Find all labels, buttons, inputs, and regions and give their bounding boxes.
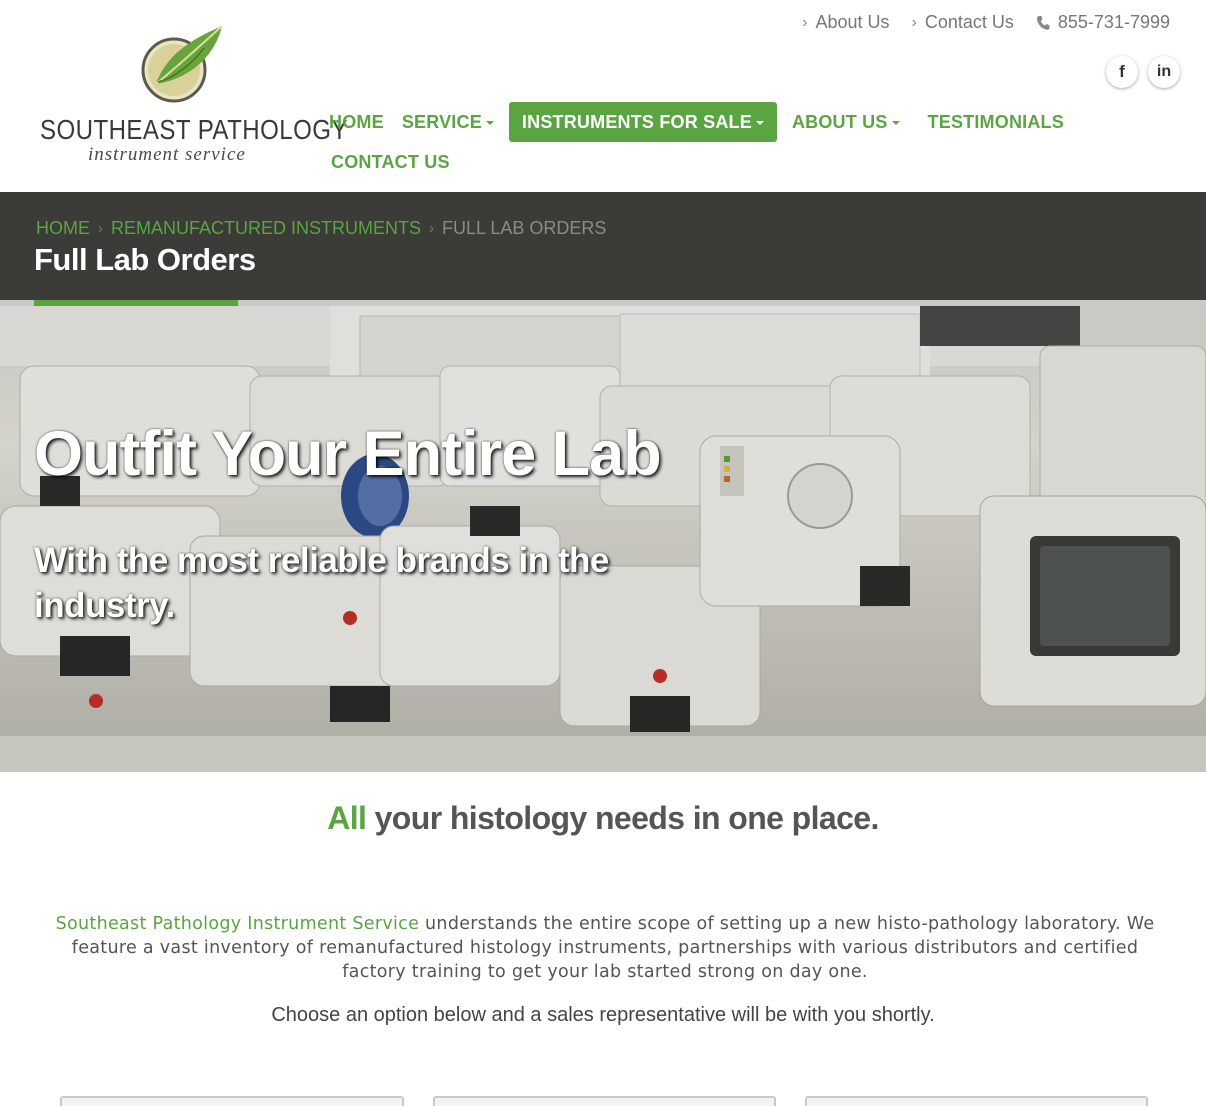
- nav-item-home[interactable]: HOME: [320, 102, 393, 142]
- nav-label: TESTIMONIALS: [927, 111, 1064, 132]
- phone-icon: [1036, 15, 1050, 30]
- chevron-right-icon: ›: [911, 13, 917, 31]
- social-links: f in: [1106, 56, 1180, 88]
- hero-title: Outfit Your Entire Lab: [34, 419, 662, 489]
- page-title: Full Lab Orders: [34, 242, 256, 277]
- nav-label: HOME: [329, 111, 384, 132]
- nav-item-service[interactable]: SERVICE: [393, 102, 503, 142]
- hero-subtitle: With the most reliable brands in the ind…: [34, 541, 609, 625]
- caret-down-icon: [891, 121, 900, 125]
- choose-instructions: Choose an option below and a sales repre…: [271, 1004, 935, 1026]
- nav-item-instruments-for-sale[interactable]: INSTRUMENTS FOR SALE: [508, 102, 777, 142]
- chevron-right-icon: ›: [802, 13, 808, 31]
- option-cards: [0, 1096, 1206, 1106]
- utility-bar: › About Us › Contact Us 855-731-7999: [802, 12, 1170, 33]
- nav-label: ABOUT US: [791, 111, 888, 132]
- breadcrumb-current: FULL LAB ORDERS: [442, 218, 607, 238]
- linkedin-icon[interactable]: in: [1148, 56, 1180, 88]
- chevron-right-icon: ›: [98, 220, 103, 237]
- topbar-contact-label: Contact Us: [924, 12, 1014, 32]
- option-card[interactable]: [805, 1096, 1148, 1106]
- breadcrumb-remanufactured[interactable]: REMANUFACTURED INSTRUMENTS: [111, 218, 421, 239]
- chevron-right-icon: ›: [429, 220, 435, 237]
- topbar-about-link[interactable]: › About Us: [802, 12, 889, 33]
- nav-item-contact-us[interactable]: CONTACT US: [320, 142, 459, 182]
- page-title-bar: HOME › REMANUFACTURED INSTRUMENTS › FULL…: [0, 192, 1206, 300]
- nav-label: INSTRUMENTS FOR SALE: [521, 111, 752, 132]
- section-tagline: All your histology needs in one place.: [0, 800, 1206, 837]
- breadcrumb-home[interactable]: HOME: [36, 218, 90, 239]
- option-card[interactable]: [60, 1096, 404, 1106]
- tagline-accent: All: [327, 800, 367, 836]
- tagline-text: your histology needs in one place.: [366, 800, 880, 836]
- site-logo[interactable]: SOUTHEAST PATHOLOGY instrument service: [36, 26, 347, 176]
- topbar-contact-link[interactable]: › Contact Us: [912, 12, 1014, 33]
- caret-down-icon: [755, 121, 764, 125]
- nav-label: SERVICE: [401, 111, 482, 132]
- caret-down-icon: [485, 121, 494, 125]
- breadcrumb: HOME › REMANUFACTURED INSTRUMENTS › FULL…: [36, 218, 606, 239]
- intro-company-name: Southeast Pathology Instrument Service: [55, 914, 420, 934]
- logo-subtitle: instrument service: [88, 144, 246, 165]
- option-card[interactable]: [433, 1096, 776, 1106]
- leaf-logo-icon: [141, 26, 223, 103]
- nav-label: CONTACT US: [331, 151, 450, 172]
- topbar-about-label: About Us: [815, 12, 890, 32]
- intro-paragraph: Southeast Pathology Instrument Service u…: [40, 912, 1170, 984]
- site-header: SOUTHEAST PATHOLOGY instrument service ›…: [0, 0, 1206, 192]
- facebook-icon[interactable]: f: [1106, 56, 1138, 88]
- topbar-phone-number: 855-731-7999: [1057, 12, 1170, 32]
- topbar-phone-link[interactable]: 855-731-7999: [1036, 12, 1170, 33]
- hero-banner: Outfit Your Entire Lab With the most rel…: [0, 306, 1206, 772]
- nav-item-about-us[interactable]: ABOUT US: [783, 102, 909, 142]
- logo-title: SOUTHEAST PATHOLOGY: [40, 114, 348, 145]
- main-nav: HOME SERVICE INSTRUMENTS FOR SALE ABOUT …: [320, 102, 1080, 182]
- nav-item-testimonials[interactable]: TESTIMONIALS: [919, 102, 1073, 142]
